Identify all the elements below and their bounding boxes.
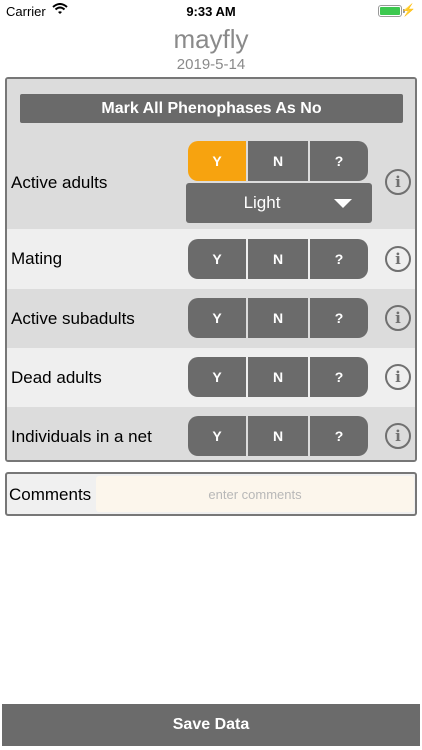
comments-section: Comments (5, 472, 417, 516)
phenophase-label: Dead adults (11, 368, 102, 387)
no-button[interactable]: N (248, 357, 308, 397)
species-title: mayfly (173, 24, 249, 54)
no-button[interactable]: N (248, 416, 308, 456)
phenophase-row-active-subadults: Active subadults Y N ? i (7, 289, 415, 348)
info-icon[interactable]: i (385, 305, 411, 331)
battery-icon (378, 5, 405, 17)
yes-button[interactable]: Y (188, 357, 246, 397)
phenophase-label: Active subadults (11, 309, 135, 328)
yes-no-segmented-control: Y N ? (188, 298, 368, 338)
comments-input[interactable] (96, 476, 414, 512)
info-icon[interactable]: i (385, 246, 411, 272)
yes-button[interactable]: Y (188, 416, 246, 456)
unknown-button[interactable]: ? (310, 141, 368, 181)
intensity-dropdown[interactable]: Light (186, 183, 372, 223)
yes-button[interactable]: Y (188, 141, 246, 181)
info-icon[interactable]: i (385, 423, 411, 449)
caret-down-icon (334, 199, 352, 208)
phenophase-row-mating: Mating Y N ? i (7, 229, 415, 289)
yes-no-segmented-control: Y N ? (188, 239, 368, 279)
observation-date: 2019-5-14 (176, 56, 246, 73)
no-button[interactable]: N (248, 239, 308, 279)
phenophase-label: Individuals in a net (11, 427, 152, 446)
info-icon[interactable]: i (385, 169, 411, 195)
yes-no-segmented-control: Y N ? (188, 416, 368, 456)
unknown-button[interactable]: ? (310, 239, 368, 279)
clock: 9:33 AM (186, 4, 236, 19)
no-button[interactable]: N (248, 141, 308, 181)
yes-button[interactable]: Y (188, 298, 246, 338)
yes-button[interactable]: Y (188, 239, 246, 279)
no-button[interactable]: N (248, 298, 308, 338)
phenophase-row-dead-adults: Dead adults Y N ? i (7, 348, 415, 407)
save-data-button[interactable]: Save Data (2, 704, 420, 746)
phenophase-label: Active adults (11, 173, 108, 192)
status-bar: Carrier 9:33 AM ⚡ (0, 0, 422, 22)
unknown-button[interactable]: ? (310, 357, 368, 397)
mark-all-no-button[interactable]: Mark All Phenophases As No (20, 94, 403, 123)
comments-label: Comments (9, 485, 92, 504)
bolt-icon: ⚡ (401, 3, 416, 17)
mark-all-row: Mark All Phenophases As No (7, 79, 415, 136)
phenophase-row-active-adults: Active adults Y N ? Light i (7, 136, 415, 229)
phenophase-row-individuals-in-a-net: Individuals in a net Y N ? i (7, 407, 415, 460)
phenophase-panel: Mark All Phenophases As No Active adults… (5, 77, 417, 462)
yes-no-segmented-control: Y N ? (188, 357, 368, 397)
intensity-value: Light (243, 193, 281, 212)
yes-no-segmented-control: Y N ? (188, 141, 368, 181)
info-icon[interactable]: i (385, 364, 411, 390)
unknown-button[interactable]: ? (310, 416, 368, 456)
unknown-button[interactable]: ? (310, 298, 368, 338)
phenophase-label: Mating (11, 249, 63, 268)
